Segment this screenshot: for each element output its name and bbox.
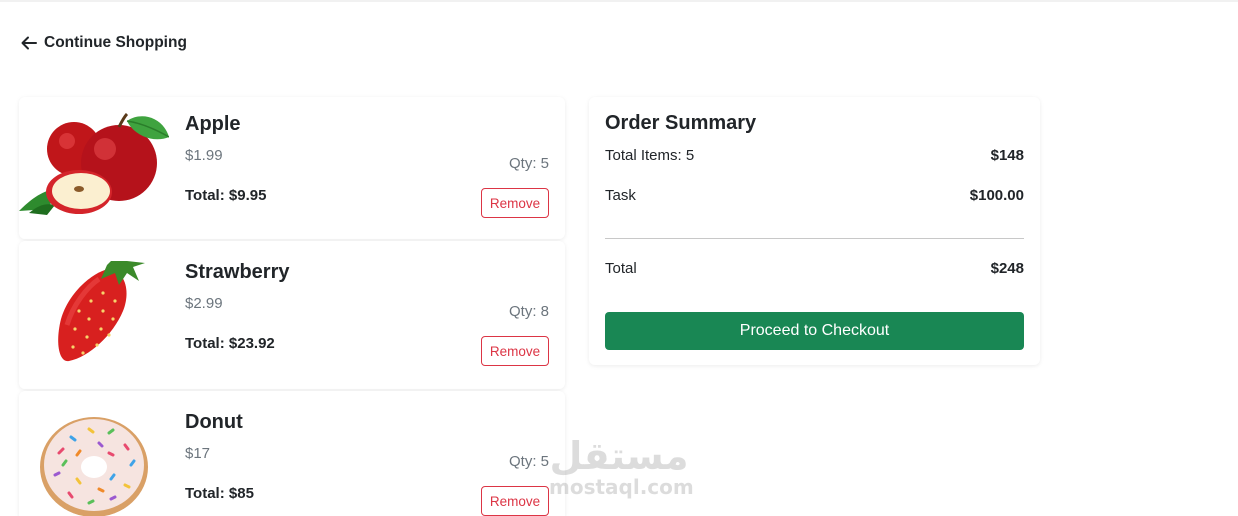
summary-task-value: $100.00	[969, 187, 1024, 204]
arrow-left-icon	[21, 36, 37, 50]
item-price: $17	[185, 445, 211, 462]
item-qty: Qty: 5	[508, 453, 549, 470]
summary-task-row: Task $100.00	[605, 187, 1024, 204]
order-summary-title: Order Summary	[605, 112, 757, 134]
item-name: Apple	[185, 113, 241, 135]
item-qty: Qty: 5	[508, 155, 549, 172]
strawberry-image	[19, 261, 169, 367]
summary-total-value: $248	[990, 260, 1024, 277]
summary-items-value: $148	[990, 147, 1024, 164]
summary-total-label: Total	[605, 260, 637, 277]
remove-button[interactable]: Remove	[481, 486, 549, 516]
item-name: Strawberry	[185, 261, 290, 283]
item-total: Total: $85	[185, 485, 254, 502]
summary-task-label: Task	[605, 187, 636, 204]
item-total: Total: $23.92	[185, 335, 275, 352]
continue-shopping-label: Continue Shopping	[44, 34, 187, 51]
watermark: مستقل mostaql.com	[549, 434, 694, 499]
cart-items-list: Apple $1.99 Total: $9.95 Qty: 5 Remove S…	[19, 97, 565, 516]
order-summary-card: Order Summary Total Items: 5 $148 Task $…	[589, 97, 1040, 365]
watermark-latin: mostaql.com	[549, 475, 694, 499]
summary-divider	[605, 238, 1024, 239]
cart-item-apple: Apple $1.99 Total: $9.95 Qty: 5 Remove	[19, 97, 565, 239]
watermark-arabic: مستقل	[549, 434, 689, 478]
item-price: $1.99	[185, 147, 223, 164]
cart-item-donut: Donut $17 Total: $85 Qty: 5 Remove	[19, 391, 565, 516]
continue-shopping-link[interactable]: Continue Shopping	[20, 34, 187, 52]
item-name: Donut	[185, 411, 243, 433]
item-price: $2.99	[185, 295, 223, 312]
summary-items-row: Total Items: 5 $148	[605, 147, 1024, 164]
cart-item-strawberry: Strawberry $2.99 Total: $23.92 Qty: 8 Re…	[19, 241, 565, 389]
donut-image	[19, 413, 169, 516]
item-total: Total: $9.95	[185, 187, 267, 204]
proceed-to-checkout-button[interactable]: Proceed to Checkout	[605, 312, 1024, 350]
remove-button[interactable]: Remove	[481, 336, 549, 366]
summary-total-row: Total $248	[605, 260, 1024, 277]
summary-items-label: Total Items: 5	[605, 147, 695, 164]
top-divider	[0, 0, 1238, 2]
remove-button[interactable]: Remove	[481, 188, 549, 218]
apple-image	[19, 113, 169, 217]
item-qty: Qty: 8	[508, 303, 549, 320]
